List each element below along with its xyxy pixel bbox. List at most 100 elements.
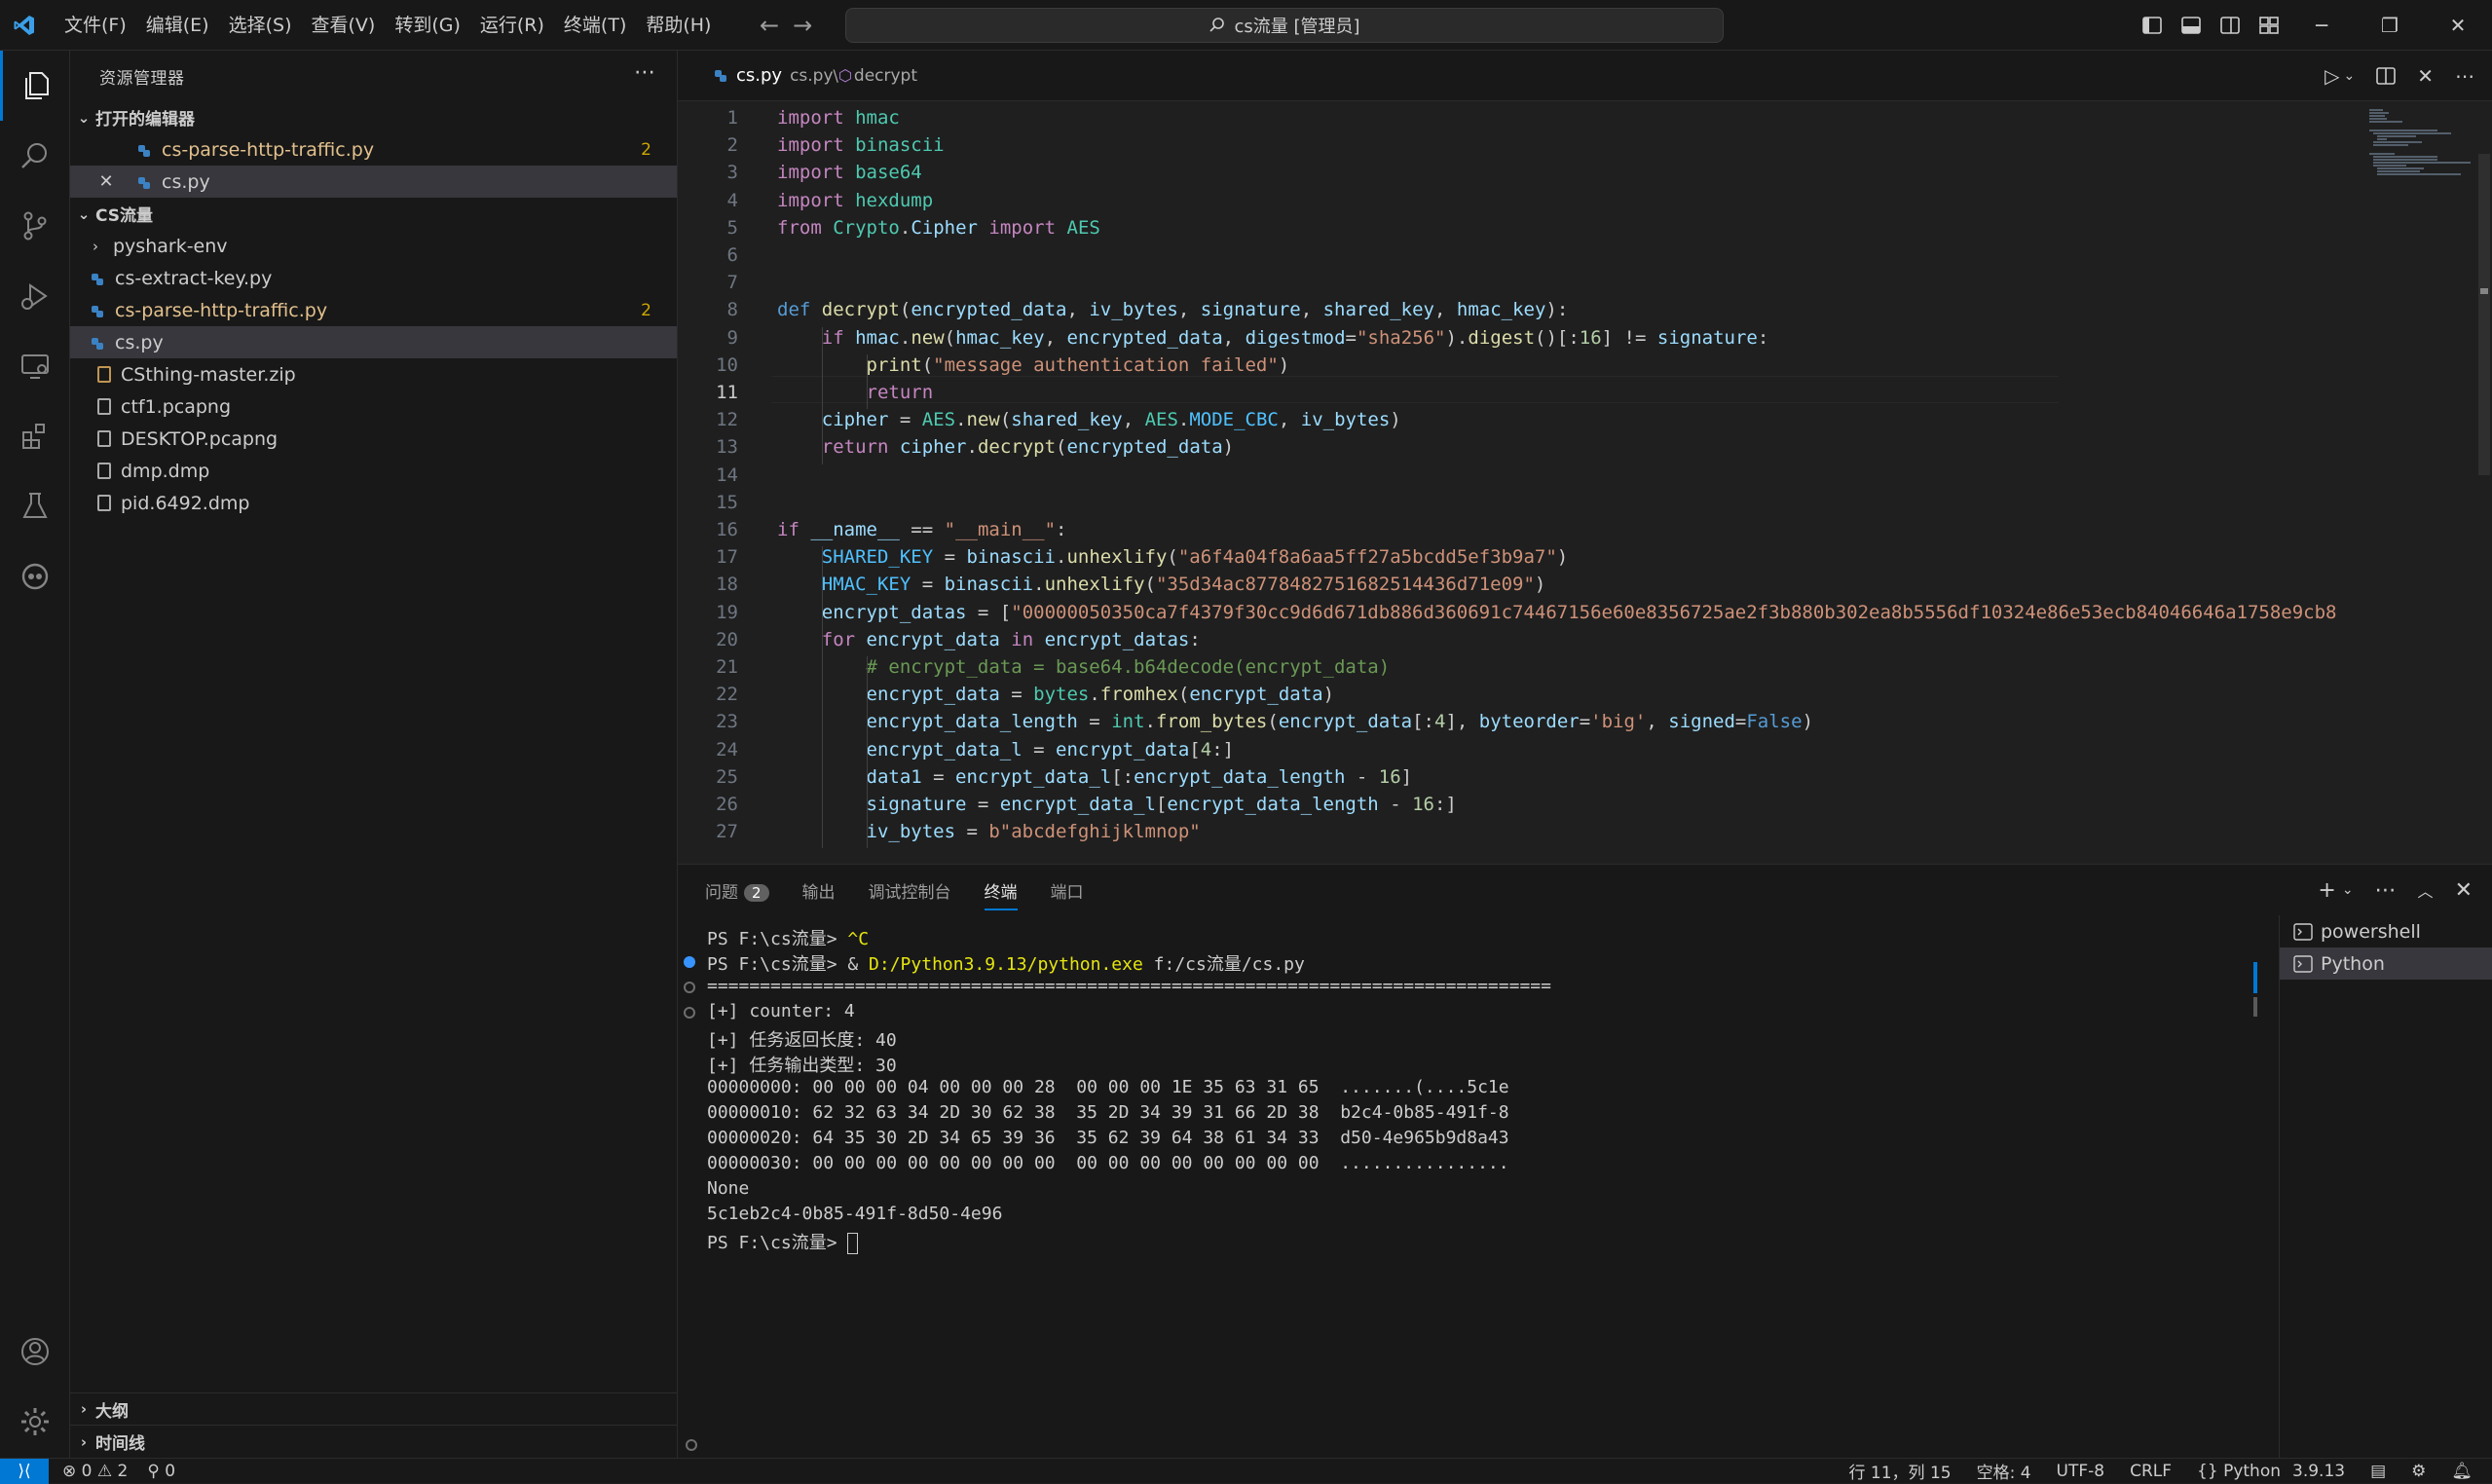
- close-panel-icon[interactable]: ✕: [2455, 878, 2473, 903]
- folder-section[interactable]: ⌄ CS流量: [70, 198, 677, 230]
- extensions-icon[interactable]: [0, 401, 70, 471]
- vertical-scrollbar[interactable]: [2474, 101, 2492, 864]
- python-file-icon: [136, 142, 152, 158]
- testing-flask-icon[interactable]: [0, 471, 70, 541]
- menu-terminal[interactable]: 终端(T): [554, 0, 636, 51]
- end-of-line[interactable]: CRLF: [2130, 1462, 2172, 1481]
- explorer-icon[interactable]: [0, 51, 70, 121]
- editor-tab-cs-py[interactable]: cs.py: [736, 65, 782, 86]
- run-python-icon[interactable]: ▷: [2325, 64, 2339, 88]
- command-decoration-dot[interactable]: [684, 956, 695, 968]
- function-symbol-icon: ⬡: [838, 66, 852, 85]
- open-editors-label: 打开的编辑器: [95, 105, 195, 130]
- more-actions-icon[interactable]: ⋯: [2455, 64, 2474, 88]
- encoding[interactable]: UTF-8: [2057, 1462, 2105, 1481]
- code-line: import hmac: [777, 107, 900, 129]
- terminal-output[interactable]: PS F:\cs流量> ^CPS F:\cs流量> & D:/Python3.9…: [707, 925, 2343, 1254]
- search-view-icon[interactable]: [0, 121, 70, 191]
- accounts-icon[interactable]: [0, 1317, 70, 1387]
- back-arrow-icon[interactable]: ←: [760, 12, 779, 39]
- file-item-selected[interactable]: cs.py: [70, 326, 677, 358]
- settings-gear-icon[interactable]: [0, 1387, 70, 1457]
- terminal-item-python[interactable]: Python: [2280, 947, 2492, 980]
- terminal-item-powershell[interactable]: powershell: [2280, 915, 2492, 947]
- restore-icon[interactable]: ❐: [2356, 0, 2424, 51]
- tab-debug-console[interactable]: 调试控制台: [869, 878, 951, 903]
- menu-edit[interactable]: 编辑(E): [136, 0, 219, 51]
- ports-status[interactable]: ⚲ 0: [147, 1462, 175, 1481]
- tab-problems[interactable]: 问题2: [705, 878, 769, 903]
- copilot-icon[interactable]: [0, 541, 70, 612]
- code-editor[interactable]: 1234567891011121314151617181920212223242…: [678, 101, 2492, 864]
- maximize-panel-icon[interactable]: ︿: [2418, 878, 2434, 902]
- layout-icon[interactable]: ▤: [2370, 1462, 2386, 1481]
- copilot-status-icon[interactable]: ⚙: [2411, 1462, 2426, 1481]
- language-mode[interactable]: {} Python: [2197, 1462, 2281, 1481]
- minimap[interactable]: [2365, 101, 2473, 864]
- python-interpreter[interactable]: 3.9.13: [2292, 1462, 2345, 1481]
- run-debug-icon[interactable]: [0, 261, 70, 331]
- remote-explorer-icon[interactable]: [0, 331, 70, 401]
- new-terminal-icon[interactable]: +: [2318, 878, 2335, 903]
- terminal-dropdown-icon[interactable]: ⌄: [2342, 882, 2354, 898]
- open-editor-label: cs.py: [162, 171, 210, 193]
- folder-item[interactable]: › pyshark-env: [70, 230, 677, 262]
- customize-layout-icon[interactable]: [2259, 17, 2279, 34]
- line-number: 18: [678, 574, 738, 595]
- breadcrumb-symbol[interactable]: decrypt: [854, 66, 917, 86]
- file-item[interactable]: ctf1.pcapng: [70, 390, 677, 423]
- file-item[interactable]: pid.6492.dmp: [70, 487, 677, 519]
- open-editors-section[interactable]: ⌄ 打开的编辑器: [70, 101, 677, 133]
- file-item[interactable]: cs-extract-key.py: [70, 262, 677, 294]
- command-decoration-dot[interactable]: [684, 1007, 695, 1019]
- split-editor-icon[interactable]: [2376, 67, 2396, 85]
- outline-section[interactable]: › 大纲: [70, 1393, 678, 1426]
- remote-indicator-icon[interactable]: ⟩⟨: [0, 1459, 49, 1484]
- tab-ports[interactable]: 端口: [1051, 878, 1084, 903]
- scrollbar-thumb[interactable]: [2478, 154, 2490, 475]
- file-item[interactable]: dmp.dmp: [70, 455, 677, 487]
- notifications-bell-icon[interactable]: 🔔︎: [2451, 1462, 2473, 1481]
- python-file-icon: [713, 68, 728, 84]
- menu-help[interactable]: 帮助(H): [636, 0, 721, 51]
- problems-status[interactable]: ⊗ 0 ⚠ 2: [62, 1462, 128, 1481]
- terminal-decoration-dot: [686, 1439, 697, 1451]
- line-number: 8: [678, 299, 738, 320]
- command-decoration-dot[interactable]: [684, 982, 695, 993]
- toggle-secondary-sidebar-icon[interactable]: [2220, 17, 2240, 34]
- menu-view[interactable]: 查看(V): [302, 0, 386, 51]
- line-number: 17: [678, 546, 738, 568]
- status-bar: ⟩⟨ ⊗ 0 ⚠ 2 ⚲ 0 行 11，列 15 空格: 4 UTF-8 CRL…: [0, 1458, 2492, 1483]
- tab-terminal[interactable]: 终端: [985, 878, 1018, 910]
- cursor-position[interactable]: 行 11，列 15: [1849, 1459, 1952, 1483]
- indentation[interactable]: 空格: 4: [1977, 1459, 2031, 1483]
- line-number: 2: [678, 134, 738, 156]
- minimize-icon[interactable]: ─: [2287, 0, 2356, 51]
- command-center[interactable]: cs流量 [管理员]: [845, 8, 1724, 43]
- close-editor-icon[interactable]: ✕: [93, 171, 119, 192]
- toggle-primary-sidebar-icon[interactable]: [2142, 17, 2162, 34]
- menu-file[interactable]: 文件(F): [55, 0, 136, 51]
- line-number: 21: [678, 656, 738, 678]
- breadcrumb-file[interactable]: cs.py: [790, 66, 833, 86]
- file-label: ctf1.pcapng: [121, 396, 231, 418]
- menu-go[interactable]: 转到(G): [385, 0, 470, 51]
- run-dropdown-icon[interactable]: ⌄: [2344, 68, 2356, 84]
- forward-arrow-icon[interactable]: →: [793, 12, 812, 39]
- timeline-section[interactable]: › 时间线: [70, 1426, 678, 1458]
- tab-output[interactable]: 输出: [802, 878, 836, 903]
- more-actions-icon[interactable]: ⋯: [2375, 878, 2397, 903]
- more-actions-icon[interactable]: ⋯: [634, 60, 655, 85]
- open-editor-item[interactable]: cs-parse-http-traffic.py 2: [70, 133, 677, 166]
- menu-run[interactable]: 运行(R): [470, 0, 554, 51]
- source-control-icon[interactable]: [0, 191, 70, 261]
- menu-selection[interactable]: 选择(S): [219, 0, 302, 51]
- file-item[interactable]: DESKTOP.pcapng: [70, 423, 677, 455]
- open-editor-item-active[interactable]: ✕ cs.py: [70, 166, 677, 198]
- close-editor-icon[interactable]: ✕: [2417, 64, 2434, 88]
- close-window-icon[interactable]: ✕: [2424, 0, 2492, 51]
- vscode-logo-icon: [0, 0, 49, 51]
- file-item[interactable]: CSthing-master.zip: [70, 358, 677, 390]
- toggle-panel-icon[interactable]: [2181, 17, 2201, 34]
- file-item[interactable]: cs-parse-http-traffic.py 2: [70, 294, 677, 326]
